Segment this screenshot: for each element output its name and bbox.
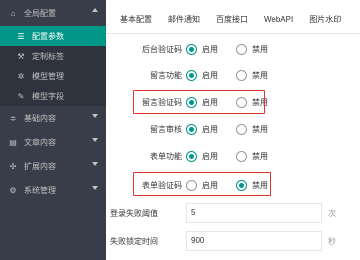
- radio-enable[interactable]: 启用: [186, 150, 218, 162]
- sidebar-item-model-fields[interactable]: ✎ 模型字段: [0, 86, 106, 106]
- chevron-down-icon: [92, 114, 98, 118]
- sidebar: ⌂ 全局配置 ☰ 配置参数 ⚒ 定制标签 ✲ 模型管理 ✎ 模型字段 ≑ 基础内…: [0, 0, 106, 260]
- tab-image-watermark[interactable]: 图片水印: [301, 7, 349, 33]
- home-icon: ⌂: [10, 8, 16, 18]
- sidebar-item-label: 定制标签: [32, 51, 64, 61]
- wrench-icon: ⚒: [17, 51, 25, 61]
- radio-label: 禁用: [252, 151, 268, 161]
- sidebar-item-label: 全局配置: [24, 8, 56, 18]
- settings-icon: ⚙: [9, 185, 17, 195]
- tab-email-notify[interactable]: 邮件通知: [160, 7, 208, 33]
- highlight-box-form-captcha: [133, 172, 271, 196]
- chevron-down-icon: [92, 138, 98, 142]
- chevron-down-icon: [92, 162, 98, 166]
- sidebar-item-label: 文章内容: [24, 137, 56, 147]
- chevron-up-icon: [92, 8, 98, 12]
- tab-webapi[interactable]: WebAPI: [256, 7, 301, 33]
- form-label: 失败锁定时间: [110, 237, 158, 246]
- sidebar-item-global-config[interactable]: ⌂ 全局配置: [0, 0, 106, 26]
- radio-enable[interactable]: 启用: [186, 123, 218, 135]
- sliders-icon: ≑: [9, 113, 17, 123]
- radio-label: 禁用: [252, 70, 268, 80]
- tab-baidu-api[interactable]: 百度接口: [208, 7, 256, 33]
- config-form: 后台验证码 启用 禁用 留言功能 启用 禁用 留言验证码 启用 禁用 留言审核 …: [106, 34, 360, 260]
- form-label: 表单功能: [150, 151, 182, 161]
- radio-enable[interactable]: 启用: [186, 69, 218, 81]
- sidebar-item-system-manage[interactable]: ⚙ 系统管理: [0, 178, 106, 202]
- sidebar-item-basic-content[interactable]: ≑ 基础内容: [0, 106, 106, 130]
- config-icon: ☰: [17, 31, 25, 41]
- form-row-form: 表单功能 启用 禁用: [106, 146, 360, 166]
- radio-label: 禁用: [252, 124, 268, 134]
- sidebar-item-model-manage[interactable]: ✲ 模型管理: [0, 66, 106, 86]
- radio-enable[interactable]: 启用: [186, 43, 218, 55]
- sidebar-item-label: 系统管理: [24, 185, 56, 195]
- sidebar-item-label: 配置参数: [32, 31, 64, 41]
- form-label: 留言审核: [150, 124, 182, 134]
- radio-disable[interactable]: 禁用: [236, 69, 268, 81]
- sidebar-item-custom-tags[interactable]: ⚒ 定制标签: [0, 46, 106, 66]
- radio-label: 启用: [202, 70, 218, 80]
- tab-bar: 基本配置 邮件通知 百度接口 WebAPI 图片水印: [106, 8, 360, 34]
- unit-label: 秒: [328, 237, 336, 246]
- radio-disable[interactable]: 禁用: [236, 43, 268, 55]
- sidebar-item-article-content[interactable]: ▤ 文章内容: [0, 130, 106, 154]
- sidebar-item-label: 基础内容: [24, 113, 56, 123]
- radio-label: 禁用: [252, 44, 268, 54]
- gear-icon: ✲: [17, 71, 25, 81]
- tab-basic-config[interactable]: 基本配置: [106, 7, 160, 33]
- form-label: 留言功能: [150, 70, 182, 80]
- radio-label: 启用: [202, 44, 218, 54]
- form-label: 登录失败阈值: [110, 209, 158, 218]
- form-row-admin-captcha: 后台验证码 启用 禁用: [106, 39, 360, 59]
- sidebar-item-label: 扩展内容: [24, 161, 56, 171]
- radio-disable[interactable]: 禁用: [236, 123, 268, 135]
- document-icon: ▤: [9, 137, 17, 147]
- sidebar-item-label: 模型字段: [32, 91, 64, 101]
- radio-label: 启用: [202, 124, 218, 134]
- edit-icon: ✎: [17, 91, 25, 101]
- form-row-message: 留言功能 启用 禁用: [106, 65, 360, 85]
- login-fail-threshold-input[interactable]: 5: [186, 203, 322, 223]
- sidebar-item-config-params[interactable]: ☰ 配置参数: [0, 26, 106, 46]
- unit-label: 次: [328, 209, 336, 218]
- sidebar-item-label: 模型管理: [32, 71, 64, 81]
- chevron-down-icon: [92, 186, 98, 190]
- sidebar-submenu: ☰ 配置参数 ⚒ 定制标签 ✲ 模型管理 ✎ 模型字段: [0, 26, 106, 106]
- form-row-message-review: 留言审核 启用 禁用: [106, 119, 360, 139]
- form-row-login-fail-threshold: 登录失败阈值 5 次: [106, 203, 360, 223]
- lock-time-input[interactable]: 900: [186, 231, 322, 251]
- radio-label: 启用: [202, 151, 218, 161]
- highlight-box-message-captcha: [133, 90, 265, 114]
- form-label: 后台验证码: [142, 44, 182, 54]
- form-row-lock-time: 失败锁定时间 900 秒: [106, 231, 360, 251]
- sidebar-item-extended-content[interactable]: ✣ 扩展内容: [0, 154, 106, 178]
- radio-disable[interactable]: 禁用: [236, 150, 268, 162]
- grid-icon: ✣: [9, 161, 17, 171]
